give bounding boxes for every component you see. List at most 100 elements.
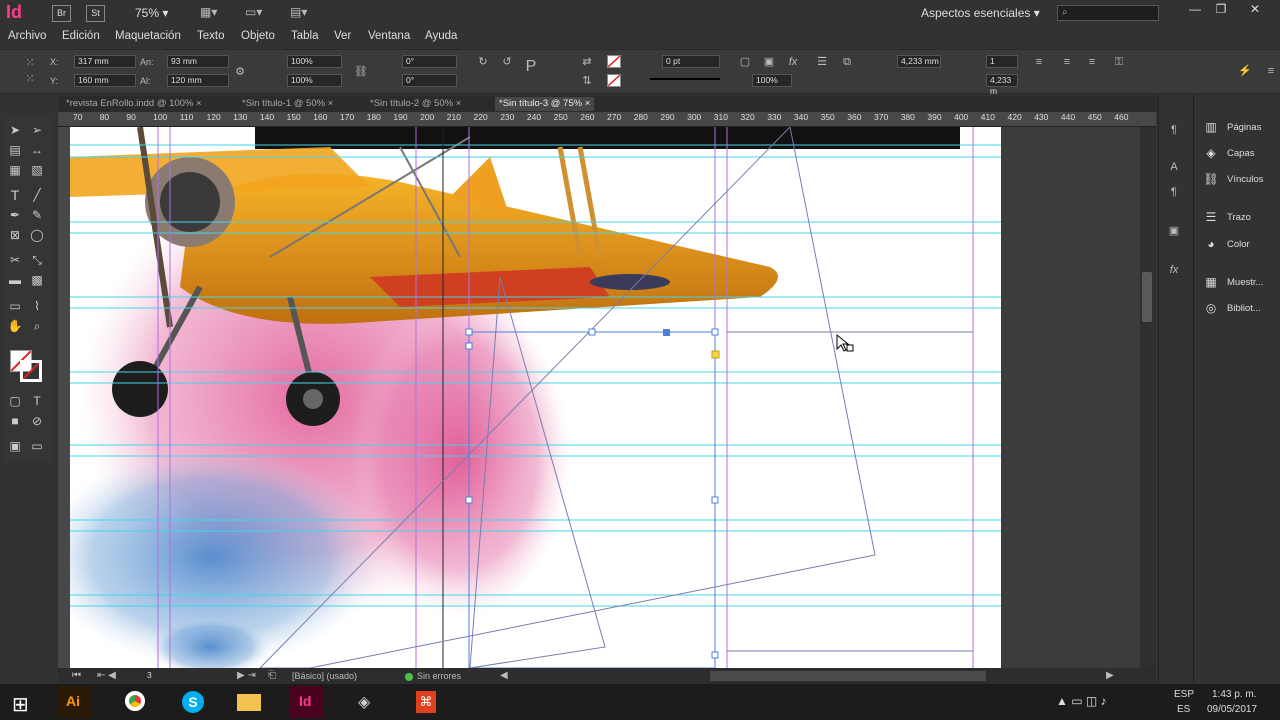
view-options-icon[interactable]: ▦▾ bbox=[200, 5, 228, 21]
note-tool-icon[interactable]: ▭ bbox=[6, 297, 24, 315]
taskbar-skype[interactable]: S bbox=[175, 686, 209, 718]
paragraph-styles-icon[interactable]: ¶ bbox=[1167, 185, 1181, 199]
preflight-status[interactable]: Sin errores bbox=[417, 671, 461, 681]
scissors-tool-icon[interactable]: ✂ bbox=[6, 251, 24, 269]
formatting-text-icon[interactable]: T bbox=[28, 392, 46, 410]
eyedropper-tool-icon[interactable]: ⌇ bbox=[28, 297, 46, 315]
page-tool-icon[interactable]: ▤ bbox=[6, 141, 24, 159]
vertical-ruler[interactable] bbox=[58, 127, 70, 668]
page-number-field[interactable]: 3 bbox=[144, 670, 230, 683]
flip-horizontal-icon[interactable]: ⇄ bbox=[580, 55, 594, 69]
rectangle-frame-tool-icon[interactable]: ⊠ bbox=[6, 226, 24, 244]
menu-tabla[interactable]: Tabla bbox=[291, 30, 319, 42]
ellipse-tool-icon[interactable]: ◯ bbox=[28, 226, 46, 244]
line-tool-icon[interactable]: ╱ bbox=[28, 186, 46, 204]
menu-ver[interactable]: Ver bbox=[334, 30, 351, 42]
character-icon[interactable]: A bbox=[1167, 160, 1181, 174]
panel-trazo[interactable]: ☰ Trazo bbox=[1203, 208, 1278, 228]
vertical-scrollbar[interactable] bbox=[1140, 127, 1156, 668]
reference-point-grid-icon[interactable]: ⁙ bbox=[23, 72, 37, 86]
restore-button[interactable]: ❐ bbox=[1206, 2, 1236, 22]
hand-tool-icon[interactable]: ✋ bbox=[6, 317, 24, 335]
close-icon[interactable]: × bbox=[196, 98, 202, 109]
fx-icon[interactable]: fx bbox=[786, 55, 800, 69]
pencil-tool-icon[interactable]: ✎ bbox=[28, 206, 46, 224]
constrain-proportions-icon[interactable]: ⚙ bbox=[233, 65, 247, 79]
tray-icons[interactable]: ▲ ▭ ◫ ♪ bbox=[1056, 694, 1107, 708]
align-right-icon[interactable]: ≡ bbox=[1085, 55, 1099, 69]
stroke-swatch[interactable] bbox=[607, 74, 621, 87]
align-left-icon[interactable]: ≡ bbox=[1032, 55, 1046, 69]
page-navigation[interactable]: ⇤ ◀ bbox=[97, 670, 116, 681]
keyboard-indicator[interactable]: ES bbox=[1177, 704, 1190, 715]
content-collector-icon[interactable]: ▦ bbox=[6, 161, 24, 179]
gap-tool-icon[interactable]: ↔ bbox=[28, 141, 46, 159]
gap-field[interactable]: 4,233 mm bbox=[897, 55, 941, 68]
clock-time[interactable]: 1:43 p. m. bbox=[1212, 689, 1256, 700]
text-wrap-panel-icon[interactable]: ▣ bbox=[1167, 224, 1181, 238]
close-icon[interactable]: × bbox=[328, 98, 334, 109]
windows-start-icon[interactable]: ⊞ bbox=[12, 692, 29, 717]
text-wrap-icon[interactable]: ☰ bbox=[815, 55, 829, 69]
close-button[interactable]: ✕ bbox=[1240, 2, 1270, 22]
tab-revista[interactable]: *revista EnRollo.indd @ 100% × bbox=[62, 97, 206, 111]
tab-sin-titulo-1[interactable]: *Sin título-1 @ 50% × bbox=[238, 97, 337, 111]
fit-frame-icon[interactable]: ⧉ bbox=[840, 55, 854, 69]
pen-tool-icon[interactable]: ✒ bbox=[6, 206, 24, 224]
align-center-icon[interactable]: ≡ bbox=[1060, 55, 1074, 69]
panel-options-icon[interactable]: ⚿ bbox=[1112, 55, 1126, 69]
free-transform-tool-icon[interactable]: ⤡ bbox=[28, 251, 46, 269]
tab-sin-titulo-3[interactable]: *Sin título-3 @ 75% × bbox=[495, 97, 595, 111]
close-icon[interactable]: × bbox=[456, 98, 462, 109]
opacity-field[interactable]: 100% bbox=[752, 74, 792, 87]
close-icon[interactable]: × bbox=[585, 98, 591, 109]
type-tool-icon[interactable]: T bbox=[6, 186, 24, 204]
taskbar-acrobat[interactable]: ⌘ bbox=[408, 686, 442, 718]
menu-ayuda[interactable]: Ayuda bbox=[425, 30, 457, 42]
selection-tool-icon[interactable]: ➤ bbox=[6, 121, 24, 139]
taskbar-app[interactable]: ◈ bbox=[350, 686, 384, 718]
taskbar-explorer[interactable] bbox=[232, 686, 266, 718]
stock-button[interactable]: St bbox=[86, 5, 105, 22]
first-page-icon[interactable]: ⏮ bbox=[72, 670, 81, 681]
x-field[interactable]: 317 mm bbox=[74, 55, 136, 68]
taskbar-indesign[interactable]: Id bbox=[290, 686, 324, 718]
formatting-container-icon[interactable]: ▢ bbox=[6, 392, 24, 410]
panel-color[interactable]: ◕ Color bbox=[1203, 235, 1278, 255]
select-content-icon[interactable]: ▣ bbox=[762, 55, 776, 69]
height-field[interactable]: 120 mm bbox=[167, 74, 229, 87]
panel-muestras[interactable]: ▦ Muestr... bbox=[1203, 273, 1278, 293]
reference-point-icon[interactable]: ⁙ bbox=[23, 56, 37, 70]
style-status[interactable]: [Básico] (usado) bbox=[292, 671, 357, 681]
zoom-tool-icon[interactable]: ⌕ bbox=[28, 317, 46, 335]
zoom-level[interactable]: 75% ▾ bbox=[135, 6, 168, 20]
horizontal-scroll-thumb[interactable] bbox=[710, 671, 986, 681]
screen-mode-icon[interactable]: ▭▾ bbox=[245, 5, 273, 21]
panel-capas[interactable]: ◈ Capas bbox=[1203, 144, 1278, 164]
tab-sin-titulo-2[interactable]: *Sin título-2 @ 50% × bbox=[366, 97, 465, 111]
scale-y-field[interactable]: 100% bbox=[287, 74, 342, 87]
view-mode-normal-icon[interactable]: ▣ bbox=[6, 437, 24, 455]
scroll-thumb[interactable] bbox=[1142, 272, 1152, 322]
menu-texto[interactable]: Texto bbox=[197, 30, 225, 42]
arrange-documents-icon[interactable]: ▤▾ bbox=[290, 5, 318, 21]
search-input[interactable]: ⌕ bbox=[1057, 5, 1159, 21]
apply-color-icon[interactable]: ■ bbox=[6, 412, 24, 430]
y-field[interactable]: 160 mm bbox=[74, 74, 136, 87]
path-type-icon[interactable]: P bbox=[524, 59, 538, 75]
fill-swatch[interactable] bbox=[607, 55, 621, 68]
rotate-field[interactable]: 0° bbox=[402, 55, 457, 68]
panel-bibliotecas[interactable]: ◎ Bibliot... bbox=[1203, 299, 1278, 319]
stroke-type-preview[interactable] bbox=[650, 78, 720, 80]
quick-apply-icon[interactable]: ⚡ bbox=[1238, 64, 1252, 78]
menu-edicion[interactable]: Edición bbox=[62, 30, 100, 42]
rotate-cw-icon[interactable]: ↻ bbox=[476, 55, 490, 69]
link-icon[interactable]: ⛓ bbox=[354, 65, 368, 79]
columns-field[interactable]: 1 bbox=[986, 55, 1018, 68]
shear-field[interactable]: 0° bbox=[402, 74, 457, 87]
gradient-feather-icon[interactable]: ▩ bbox=[28, 271, 46, 289]
menu-archivo[interactable]: Archivo bbox=[8, 30, 46, 42]
gutter-field[interactable]: 4,233 m bbox=[986, 74, 1018, 96]
apply-none-icon[interactable]: ⊘ bbox=[28, 412, 46, 430]
control-menu-icon[interactable]: ≡ bbox=[1264, 64, 1278, 78]
